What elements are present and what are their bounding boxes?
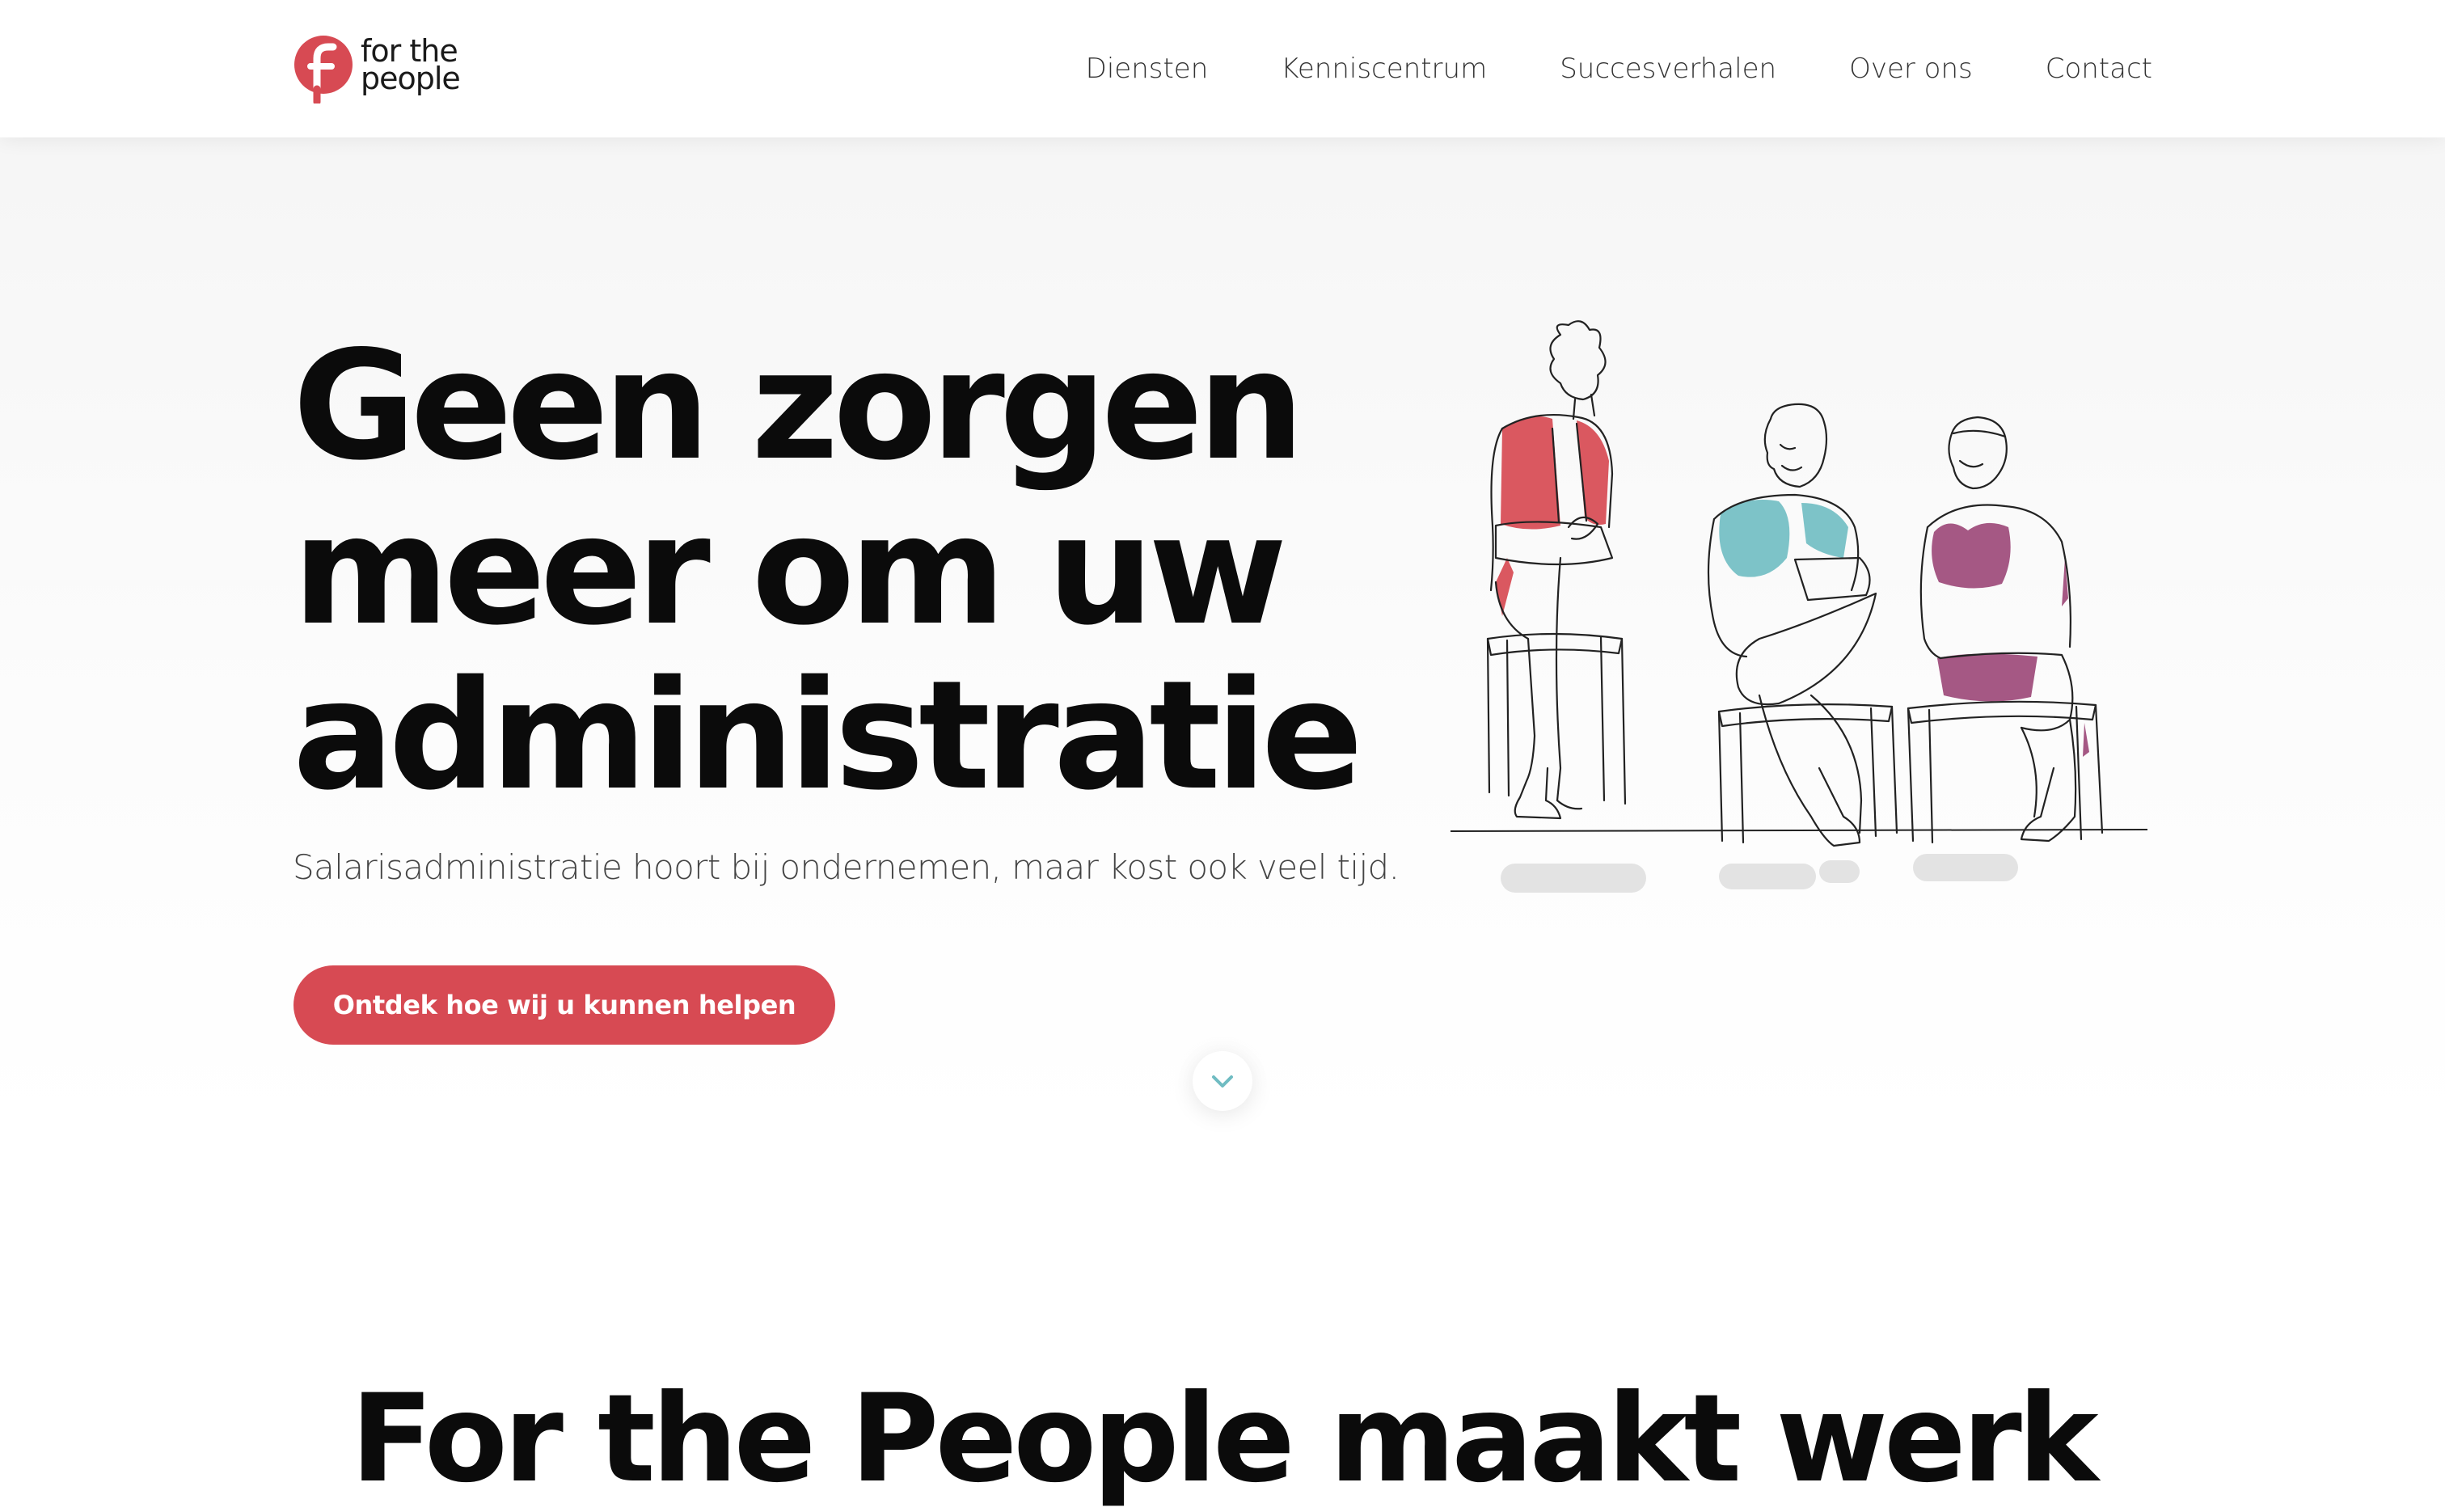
hero-title-line-2: meer om uw xyxy=(293,483,1287,658)
site-header: for the people Diensten Kenniscentrum Su… xyxy=(0,0,2445,137)
chevron-down-icon xyxy=(1212,1075,1233,1088)
illustration-shadows xyxy=(1501,854,2018,893)
hero-title: Geen zorgen meer om uw administratie xyxy=(293,323,1425,818)
hero-title-line-1: Geen zorgen xyxy=(293,318,1305,493)
nav-item-succesverhalen[interactable]: Succesverhalen xyxy=(1560,53,1776,85)
cta-button[interactable]: Ontdek hoe wij u kunnen helpen xyxy=(293,965,835,1045)
hero-subtitle: Salarisadministratie hoort bij onderneme… xyxy=(293,847,1400,887)
illustration-person-2 xyxy=(1707,403,1898,847)
logo-text: for the people xyxy=(361,33,461,96)
scroll-down-button[interactable] xyxy=(1193,1051,1252,1111)
nav-item-over-ons[interactable]: Over ons xyxy=(1849,53,1973,85)
nav-item-diensten[interactable]: Diensten xyxy=(1086,53,1209,85)
main-nav: Diensten Kenniscentrum Succesverhalen Ov… xyxy=(1086,0,2152,137)
hero-heading-block: Geen zorgen meer om uw administratie xyxy=(293,323,1425,818)
nav-item-kenniscentrum[interactable]: Kenniscentrum xyxy=(1281,53,1487,85)
nav-item-contact[interactable]: Contact xyxy=(2046,53,2152,85)
hero-title-line-3: administratie xyxy=(293,648,1363,823)
illustration-person-1 xyxy=(1486,320,1627,820)
logo[interactable]: for the people xyxy=(293,32,471,103)
hero-illustration xyxy=(1450,320,2148,893)
logo-mark-icon xyxy=(294,36,353,103)
illustration-person-3 xyxy=(1907,416,2104,844)
next-section-heading: For the People maakt werk xyxy=(350,1369,2098,1510)
